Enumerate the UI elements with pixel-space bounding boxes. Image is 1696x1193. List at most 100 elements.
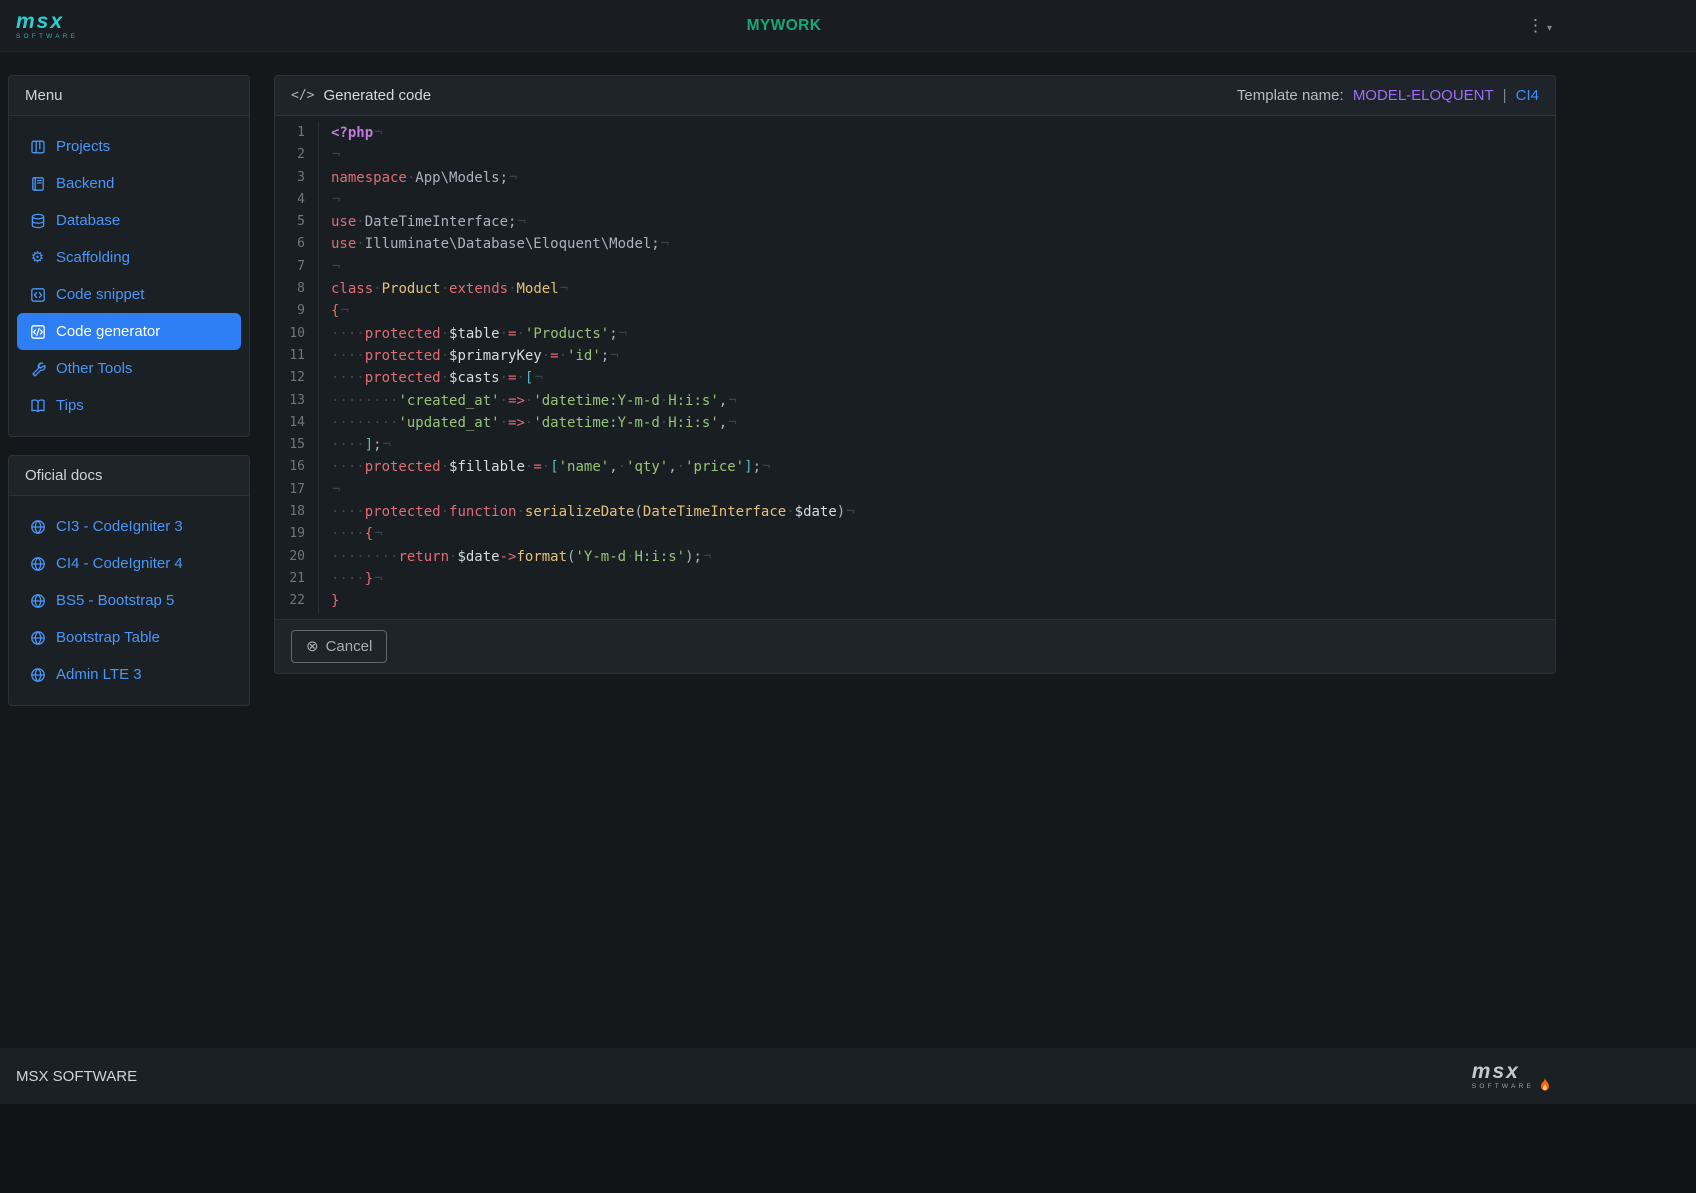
template-separator: | (1503, 87, 1507, 104)
docs-item-label: Bootstrap Table (56, 627, 160, 648)
line-number: 16 (275, 456, 305, 478)
docs-item-bs5-bootstrap-5[interactable]: BS5 - Bootstrap 5 (17, 582, 241, 619)
line-number: 11 (275, 345, 305, 367)
projects-icon (29, 139, 46, 155)
menu-panel: Menu Projects Backend Database ⚙ Scaffolding… (8, 75, 250, 437)
sidebar-item-projects[interactable]: Projects (17, 128, 241, 165)
line-number: 17 (275, 479, 305, 501)
sidebar-item-database[interactable]: Database (17, 202, 241, 239)
code-line: class·Product·extends·Model¬ (331, 278, 1555, 300)
sidebar-item-backend[interactable]: Backend (17, 165, 241, 202)
line-number: 18 (275, 501, 305, 523)
eol-marker: ¬ (845, 504, 854, 520)
footer-brand-text: msx (1472, 1061, 1534, 1082)
sidebar-item-label: Backend (56, 173, 114, 194)
code-line: ····protected·$fillable·=·['name',·'qty'… (331, 456, 1555, 478)
scaffolding-icon: ⚙ (29, 250, 46, 266)
docs-item-admin-lte-3[interactable]: Admin LTE 3 (17, 656, 241, 693)
code-line: ········'created_at'·=>·'datetime:Y-m-d·… (331, 390, 1555, 412)
template-name-label: Template name: (1237, 87, 1344, 104)
code-generator-icon (29, 324, 46, 340)
below-footer-area (0, 1104, 1696, 1193)
generated-code-panel: </> Generated code Template name: MODEL-… (274, 75, 1556, 674)
line-number: 2 (275, 144, 305, 166)
line-number-gutter: 12345678910111213141516171819202122 (275, 122, 319, 613)
footer-brand-subtext: SOFTWARE (1472, 1084, 1534, 1091)
eol-marker: ¬ (660, 236, 669, 252)
code-line: ····protected·function·serializeDate(Dat… (331, 501, 1555, 523)
sidebar-item-tips[interactable]: Tips (17, 387, 241, 424)
kebab-menu[interactable]: ⋮ ▾ (1527, 17, 1552, 34)
sidebar-item-label: Other Tools (56, 358, 132, 379)
tips-icon (29, 398, 46, 414)
eol-marker: ¬ (559, 281, 568, 297)
generated-code-header: </> Generated code Template name: MODEL-… (275, 76, 1555, 116)
line-number: 4 (275, 189, 305, 211)
line-number: 20 (275, 546, 305, 568)
code-line: ····protected·$casts·=·[¬ (331, 367, 1555, 389)
eol-marker: ¬ (516, 214, 525, 230)
docs-item-ci3-codeigniter-3[interactable]: CI3 - CodeIgniter 3 (17, 508, 241, 545)
sidebar-item-label: Scaffolding (56, 247, 130, 268)
line-number: 5 (275, 211, 305, 233)
line-number: 13 (275, 390, 305, 412)
eol-marker: ¬ (727, 415, 736, 431)
line-number: 21 (275, 568, 305, 590)
eol-marker: ¬ (373, 526, 382, 542)
docs-panel: Oficial docs CI3 - CodeIgniter 3CI4 - Co… (8, 455, 250, 706)
backend-icon (29, 176, 46, 192)
navbar: msx SOFTWARE MYWORK ⋮ ▾ (0, 0, 1696, 52)
eol-marker: ¬ (727, 393, 736, 409)
eol-marker: ¬ (508, 170, 517, 186)
sidebar-item-scaffolding[interactable]: ⚙ Scaffolding (17, 239, 241, 276)
globe-icon (29, 630, 46, 646)
database-icon (29, 213, 46, 229)
sidebar-item-label: Tips (56, 395, 84, 416)
line-number: 22 (275, 590, 305, 612)
line-number: 1 (275, 122, 305, 144)
eol-marker: ¬ (373, 571, 382, 587)
sidebar: Menu Projects Backend Database ⚙ Scaffolding… (8, 75, 250, 706)
footer-brand-logo: msx SOFTWARE (1472, 1061, 1552, 1091)
code-line: ¬ (331, 189, 1555, 211)
sidebar-item-label: Code generator (56, 321, 160, 342)
code-line: {¬ (331, 300, 1555, 322)
docs-item-ci4-codeigniter-4[interactable]: CI4 - CodeIgniter 4 (17, 545, 241, 582)
docs-list: CI3 - CodeIgniter 3CI4 - CodeIgniter 4BS… (9, 496, 249, 705)
brand-text: msx (16, 11, 78, 32)
code-line: ····];¬ (331, 434, 1555, 456)
sidebar-item-other-tools[interactable]: Other Tools (17, 350, 241, 387)
eol-marker: ¬ (761, 459, 770, 475)
chevron-down-icon: ▾ (1547, 23, 1552, 34)
eol-marker: ¬ (373, 125, 382, 141)
brand-subtext: SOFTWARE (16, 34, 78, 41)
code-line: ¬ (331, 144, 1555, 166)
line-number: 14 (275, 412, 305, 434)
line-number: 8 (275, 278, 305, 300)
line-number: 15 (275, 434, 305, 456)
cancel-button[interactable]: ⊗ Cancel (291, 630, 387, 663)
sidebar-item-code-snippet[interactable]: Code snippet (17, 276, 241, 313)
template-name-value: MODEL-ELOQUENT (1353, 87, 1494, 104)
tools-icon (29, 361, 46, 377)
code-line: ····{¬ (331, 523, 1555, 545)
code-line: use·DateTimeInterface;¬ (331, 211, 1555, 233)
sidebar-item-code-generator[interactable]: Code generator (17, 313, 241, 350)
eol-marker: ¬ (609, 348, 618, 364)
code-editor[interactable]: 12345678910111213141516171819202122 <?ph… (275, 116, 1555, 619)
line-number: 9 (275, 300, 305, 322)
cancel-button-label: Cancel (326, 637, 373, 656)
code-snippet-icon (29, 287, 46, 303)
line-number: 10 (275, 323, 305, 345)
eol-marker: ¬ (339, 303, 348, 319)
code-line: use·Illuminate\Database\Eloquent\Model;¬ (331, 233, 1555, 255)
code-line: ········return·$date->format('Y-m-d·H:i:… (331, 546, 1555, 568)
code-line: ····}¬ (331, 568, 1555, 590)
code-line: ····protected·$primaryKey·=·'id';¬ (331, 345, 1555, 367)
brand-logo[interactable]: msx SOFTWARE (16, 11, 78, 41)
page-title: MYWORK (0, 17, 1568, 35)
menu-panel-title: Menu (9, 76, 249, 116)
template-framework: CI4 (1516, 87, 1539, 104)
docs-item-bootstrap-table[interactable]: Bootstrap Table (17, 619, 241, 656)
code-line: } (331, 590, 1555, 612)
